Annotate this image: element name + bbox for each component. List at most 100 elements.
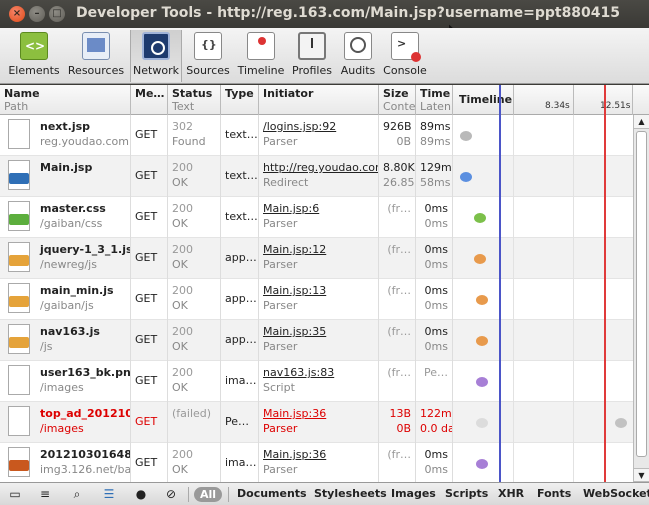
initiator-link[interactable]: http://reg.youdao.com/ <box>263 160 378 175</box>
network-icon <box>142 32 170 60</box>
filter-websockets[interactable]: WebSockets <box>583 487 649 500</box>
dom-content-loaded-marker <box>499 85 501 482</box>
tab-profiles[interactable]: Profiles <box>290 30 334 82</box>
column-name-header[interactable]: Name Path <box>0 85 131 115</box>
filter-stylesheets[interactable]: Stylesheets <box>314 487 387 500</box>
tab-timeline[interactable]: Timeline <box>236 30 286 82</box>
filter-xhr[interactable]: XHR <box>498 487 524 500</box>
tab-resources-label: Resources <box>67 64 125 77</box>
header-path-label: Path <box>4 100 29 113</box>
table-row[interactable]: Main.jsp GET 200 OK text… http://reg.youdao.c… <box>0 156 633 197</box>
status-text: OK <box>172 217 188 230</box>
timeline-gridline <box>573 115 574 482</box>
initiator-link[interactable]: nav163.js:83 <box>263 365 374 380</box>
filter-images[interactable]: Images <box>391 487 436 500</box>
size-value: (fr… <box>387 284 411 297</box>
resource-name[interactable]: nav163.js <box>40 324 126 339</box>
initiator-link[interactable]: Main.jsp:36 <box>263 406 374 421</box>
window-maximize-button[interactable]: □ <box>49 6 65 22</box>
scroll-down-button[interactable]: ▼ <box>634 468 649 482</box>
column-size-header[interactable]: Size Conte <box>379 85 416 115</box>
resource-name[interactable]: 20121030164858 <box>40 447 130 462</box>
dock-icon[interactable]: ▭ <box>6 486 24 503</box>
tab-resources[interactable]: Resources <box>66 30 126 82</box>
initiator-link[interactable]: Main.jsp:6 <box>263 201 374 216</box>
filter-documents[interactable]: Documents <box>237 487 307 500</box>
cell-initiator: Main.jsp:12 Parser <box>259 238 379 279</box>
window-minimize-button[interactable]: – <box>29 6 45 22</box>
timeline-bar <box>476 459 488 469</box>
grid-scrollbar[interactable]: ▲ ▼ <box>633 115 649 482</box>
resource-name[interactable]: top_ad_201210.j <box>40 406 130 421</box>
initiator-link[interactable]: Main.jsp:35 <box>263 324 374 339</box>
initiator-link[interactable]: Main.jsp:36 <box>263 447 374 462</box>
file-css-icon <box>8 201 30 231</box>
table-row[interactable]: master.css/gaiban/css GET 200 OK text… Main.j… <box>0 197 633 238</box>
resource-name[interactable]: Main.jsp <box>40 160 126 175</box>
scroll-thumb[interactable] <box>636 131 647 457</box>
header-method-label: Me… <box>135 87 165 100</box>
tab-elements[interactable]: Elements <box>4 30 64 82</box>
status-code: 200 <box>172 284 193 297</box>
initiator-link[interactable]: /logins.jsp:92 <box>263 119 374 134</box>
filter-all[interactable]: All <box>194 487 223 502</box>
tab-audits[interactable]: Audits <box>338 30 378 82</box>
time-value: 0ms <box>424 284 448 297</box>
tab-timeline-label: Timeline <box>237 64 285 77</box>
latency-value: 0ms <box>424 258 448 271</box>
tab-sources[interactable]: Sources <box>184 30 232 82</box>
search-icon[interactable]: ⌕ <box>68 486 86 503</box>
resource-name[interactable]: next.jsp <box>40 119 126 134</box>
size-value: (fr… <box>387 202 411 215</box>
cell-size: (fr… <box>379 238 416 279</box>
table-row[interactable]: top_ad_201210.j/images GET (failed) Pe… Main… <box>0 402 633 443</box>
content-value: 0B <box>396 422 411 435</box>
header-status-label: Status <box>172 87 213 100</box>
cell-initiator: Main.jsp:13 Parser <box>259 279 379 320</box>
cell-time: 0ms 0ms <box>416 238 453 279</box>
column-initiator-header[interactable]: Initiator <box>259 85 379 115</box>
record-icon[interactable]: ● <box>132 486 150 503</box>
table-row[interactable]: main_min.js/gaiban/js GET 200 OK app… Main.js… <box>0 279 633 320</box>
file-img-icon <box>8 447 30 477</box>
column-time-header[interactable]: Time Laten <box>416 85 453 115</box>
console-drawer-icon[interactable]: ≡ <box>36 486 54 503</box>
table-row[interactable]: user163_bk.png/images GET 200 OK ima… nav163.… <box>0 361 633 402</box>
cell-name: main_min.js/gaiban/js <box>0 279 131 320</box>
status-code: (failed) <box>172 407 212 420</box>
timeline-gridline <box>632 85 633 115</box>
clear-icon[interactable]: ⊘ <box>162 486 180 503</box>
large-rows-icon[interactable]: ☰ <box>100 486 118 503</box>
table-row[interactable]: jquery-1_3_1.js/newreg/js GET 200 OK app… Mai… <box>0 238 633 279</box>
time-value: 0ms <box>424 448 448 461</box>
initiator-type: Script <box>263 381 295 394</box>
column-method-header[interactable]: Me… <box>131 85 168 115</box>
filter-scripts[interactable]: Scripts <box>445 487 488 500</box>
initiator-link[interactable]: Main.jsp:13 <box>263 283 374 298</box>
initiator-link[interactable]: Main.jsp:12 <box>263 242 374 257</box>
cell-type: text… <box>221 197 259 238</box>
size-value: (fr… <box>387 366 411 379</box>
table-row[interactable]: next.jsp reg.youdao.com GET 302 Found text…/l… <box>0 115 633 156</box>
cell-name: nav163.js/js <box>0 320 131 361</box>
resource-name[interactable]: user163_bk.png <box>40 365 130 380</box>
cell-name: master.css/gaiban/css <box>0 197 131 238</box>
scroll-up-button[interactable]: ▲ <box>634 115 649 129</box>
filter-fonts[interactable]: Fonts <box>537 487 571 500</box>
latency-value: 0ms <box>424 463 448 476</box>
resource-name[interactable]: master.css <box>40 201 126 216</box>
table-row[interactable]: 20121030164858img3.126.net/baozGET 200 OK i… <box>0 443 633 482</box>
tab-console[interactable]: Console <box>382 30 428 82</box>
latency-value: 58ms <box>420 176 451 189</box>
cell-initiator: nav163.js:83 Script <box>259 361 379 402</box>
resource-name[interactable]: jquery-1_3_1.js <box>40 242 130 257</box>
timeline-bar <box>476 336 488 346</box>
resource-name[interactable]: main_min.js <box>40 283 126 298</box>
header-time-label: Time <box>420 87 451 100</box>
cell-type: ima… <box>221 443 259 482</box>
column-status-header[interactable]: Status Text <box>168 85 221 115</box>
tab-network[interactable]: Network <box>130 30 182 82</box>
window-close-button[interactable]: × <box>9 6 25 22</box>
column-type-header[interactable]: Type <box>221 85 259 115</box>
table-row[interactable]: nav163.js/js GET 200 OK app… Main.jsp:35 Parse… <box>0 320 633 361</box>
